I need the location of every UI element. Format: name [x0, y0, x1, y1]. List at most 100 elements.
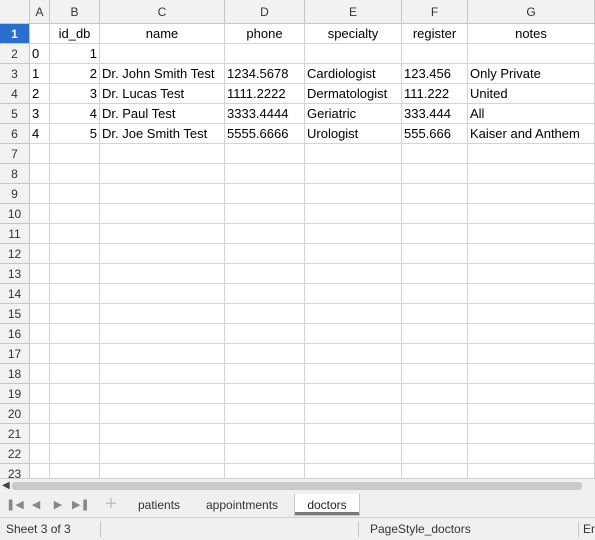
row-header-23[interactable]: 23 — [0, 464, 30, 478]
column-header-b[interactable]: B — [50, 0, 100, 24]
cell-c3[interactable]: Dr. John Smith Test — [100, 64, 225, 84]
tab-patients[interactable]: patients — [130, 494, 188, 516]
cell-c11[interactable] — [100, 224, 225, 244]
cell-e19[interactable] — [305, 384, 402, 404]
cell-d22[interactable] — [225, 444, 305, 464]
tab-appointments[interactable]: appointments — [198, 494, 286, 516]
cell-a16[interactable] — [30, 324, 50, 344]
cell-f22[interactable] — [402, 444, 468, 464]
cell-g16[interactable] — [468, 324, 595, 344]
cell-a22[interactable] — [30, 444, 50, 464]
cell-g23[interactable] — [468, 464, 595, 478]
cell-d10[interactable] — [225, 204, 305, 224]
cell-f15[interactable] — [402, 304, 468, 324]
cell-b22[interactable] — [50, 444, 100, 464]
scroll-left-arrow-icon[interactable]: ◀ — [2, 479, 10, 492]
cell-f1[interactable]: register — [402, 24, 468, 44]
cell-f5[interactable]: 333.444 — [402, 104, 468, 124]
cell-g12[interactable] — [468, 244, 595, 264]
cell-g1[interactable]: notes — [468, 24, 595, 44]
cell-g9[interactable] — [468, 184, 595, 204]
cell-c9[interactable] — [100, 184, 225, 204]
cell-b20[interactable] — [50, 404, 100, 424]
cell-e21[interactable] — [305, 424, 402, 444]
cell-b13[interactable] — [50, 264, 100, 284]
cell-f16[interactable] — [402, 324, 468, 344]
cell-d8[interactable] — [225, 164, 305, 184]
cell-e20[interactable] — [305, 404, 402, 424]
cell-e15[interactable] — [305, 304, 402, 324]
cell-f14[interactable] — [402, 284, 468, 304]
cell-b10[interactable] — [50, 204, 100, 224]
column-header-e[interactable]: E — [305, 0, 402, 24]
cell-d9[interactable] — [225, 184, 305, 204]
cell-b5[interactable]: 4 — [50, 104, 100, 124]
cell-f23[interactable] — [402, 464, 468, 478]
last-sheet-icon[interactable]: ▶❚ — [72, 497, 90, 513]
cell-e12[interactable] — [305, 244, 402, 264]
cell-e9[interactable] — [305, 184, 402, 204]
cell-f10[interactable] — [402, 204, 468, 224]
select-all-corner[interactable] — [0, 0, 30, 24]
row-header-18[interactable]: 18 — [0, 364, 30, 384]
cell-f3[interactable]: 123.456 — [402, 64, 468, 84]
cell-a3[interactable]: 1 — [30, 64, 50, 84]
cell-e8[interactable] — [305, 164, 402, 184]
cell-d3[interactable]: 1234.5678 — [225, 64, 305, 84]
cell-a5[interactable]: 3 — [30, 104, 50, 124]
column-header-f[interactable]: F — [402, 0, 468, 24]
row-header-11[interactable]: 11 — [0, 224, 30, 244]
column-header-a[interactable]: A — [30, 0, 50, 24]
row-header-20[interactable]: 20 — [0, 404, 30, 424]
cell-e23[interactable] — [305, 464, 402, 478]
row-header-16[interactable]: 16 — [0, 324, 30, 344]
column-header-c[interactable]: C — [100, 0, 225, 24]
cell-b15[interactable] — [50, 304, 100, 324]
cell-c23[interactable] — [100, 464, 225, 478]
cell-d23[interactable] — [225, 464, 305, 478]
cell-b2[interactable]: 1 — [50, 44, 100, 64]
row-header-5[interactable]: 5 — [0, 104, 30, 124]
row-header-12[interactable]: 12 — [0, 244, 30, 264]
cell-c22[interactable] — [100, 444, 225, 464]
cell-g3[interactable]: Only Private — [468, 64, 595, 84]
spreadsheet-grid[interactable]: ABCDEFG 1 2 3 4 5 6 7 8 9 10 11 12 13 14 15 16 17 18 19 20 2… — [0, 0, 595, 478]
cell-c18[interactable] — [100, 364, 225, 384]
cell-b9[interactable] — [50, 184, 100, 204]
cell-c1[interactable]: name — [100, 24, 225, 44]
cell-d20[interactable] — [225, 404, 305, 424]
row-header-21[interactable]: 21 — [0, 424, 30, 444]
language-indicator[interactable]: En — [583, 518, 595, 540]
cell-a2[interactable]: 0 — [30, 44, 50, 64]
cell-a9[interactable] — [30, 184, 50, 204]
cell-c21[interactable] — [100, 424, 225, 444]
cell-e11[interactable] — [305, 224, 402, 244]
cell-b4[interactable]: 3 — [50, 84, 100, 104]
cell-d2[interactable] — [225, 44, 305, 64]
cell-b21[interactable] — [50, 424, 100, 444]
cell-a20[interactable] — [30, 404, 50, 424]
cell-a8[interactable] — [30, 164, 50, 184]
cell-a13[interactable] — [30, 264, 50, 284]
cell-f2[interactable] — [402, 44, 468, 64]
horizontal-scrollbar[interactable]: ◀ — [0, 478, 595, 492]
cell-c15[interactable] — [100, 304, 225, 324]
cell-g13[interactable] — [468, 264, 595, 284]
cell-d21[interactable] — [225, 424, 305, 444]
cell-d18[interactable] — [225, 364, 305, 384]
cell-d16[interactable] — [225, 324, 305, 344]
column-header-g[interactable]: G — [468, 0, 595, 24]
cell-f19[interactable] — [402, 384, 468, 404]
page-style[interactable]: PageStyle_doctors — [370, 518, 471, 540]
cell-e1[interactable]: specialty — [305, 24, 402, 44]
cell-b17[interactable] — [50, 344, 100, 364]
cell-d4[interactable]: 1111.2222 — [225, 84, 305, 104]
cell-a7[interactable] — [30, 144, 50, 164]
cell-f11[interactable] — [402, 224, 468, 244]
cell-g18[interactable] — [468, 364, 595, 384]
cell-b18[interactable] — [50, 364, 100, 384]
cell-e16[interactable] — [305, 324, 402, 344]
cell-f12[interactable] — [402, 244, 468, 264]
cell-c19[interactable] — [100, 384, 225, 404]
cell-g8[interactable] — [468, 164, 595, 184]
